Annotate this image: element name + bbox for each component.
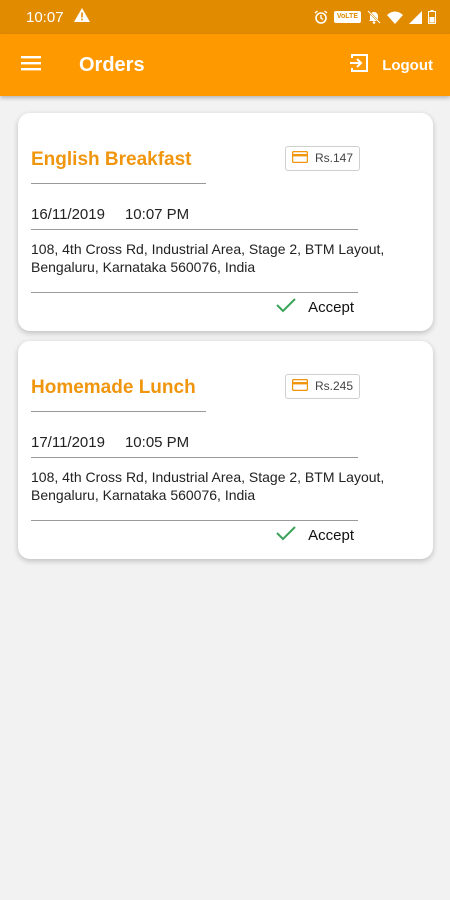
hamburger-menu-icon xyxy=(21,55,41,76)
app-bar: Orders Logout xyxy=(0,34,450,96)
order-card[interactable]: Homemade Lunch Rs.245 17/11/2019 10:05 P… xyxy=(18,341,433,559)
check-icon xyxy=(276,297,296,317)
divider xyxy=(31,411,206,412)
bell-off-icon xyxy=(367,10,381,24)
credit-card-icon xyxy=(291,150,309,166)
order-datetime: 16/11/2019 10:07 PM xyxy=(31,199,420,229)
order-address: 108, 4th Cross Rd, Industrial Area, Stag… xyxy=(31,241,385,275)
order-time: 10:05 PM xyxy=(124,433,190,451)
accept-button[interactable]: Accept xyxy=(31,521,420,549)
accept-label: Accept xyxy=(308,298,354,316)
order-date: 16/11/2019 xyxy=(31,205,105,223)
page-title: Orders xyxy=(79,53,145,76)
orders-list: English Breakfast Rs.147 16/11/2019 10:0… xyxy=(0,96,450,559)
battery-icon xyxy=(428,10,436,24)
menu-button[interactable] xyxy=(0,34,62,96)
credit-card-icon xyxy=(291,378,309,394)
wifi-icon xyxy=(387,11,403,24)
status-bar: 10:07 VoLTE xyxy=(0,0,450,34)
warning-icon xyxy=(73,8,90,26)
accept-button[interactable]: Accept xyxy=(31,293,420,321)
order-title: Homemade Lunch xyxy=(31,377,196,398)
logout-label: Logout xyxy=(382,56,433,74)
divider xyxy=(31,183,206,184)
price-badge: Rs.245 xyxy=(284,373,360,399)
signal-icon xyxy=(409,10,422,24)
price-value: Rs.147 xyxy=(314,151,353,165)
status-time: 10:07 xyxy=(26,8,64,26)
logout-icon xyxy=(348,52,370,78)
volte-icon: VoLTE xyxy=(333,11,361,23)
order-time: 10:07 PM xyxy=(124,205,190,223)
price-value: Rs.245 xyxy=(314,379,353,393)
check-icon xyxy=(276,525,296,545)
alarm-icon xyxy=(314,10,328,24)
logout-button[interactable]: Logout xyxy=(348,52,433,78)
price-badge: Rs.147 xyxy=(284,145,360,171)
accept-label: Accept xyxy=(308,526,354,544)
order-date: 17/11/2019 xyxy=(31,433,105,451)
order-datetime: 17/11/2019 10:05 PM xyxy=(31,427,420,457)
order-title: English Breakfast xyxy=(31,149,192,170)
order-address: 108, 4th Cross Rd, Industrial Area, Stag… xyxy=(31,469,385,503)
order-card[interactable]: English Breakfast Rs.147 16/11/2019 10:0… xyxy=(18,113,433,331)
